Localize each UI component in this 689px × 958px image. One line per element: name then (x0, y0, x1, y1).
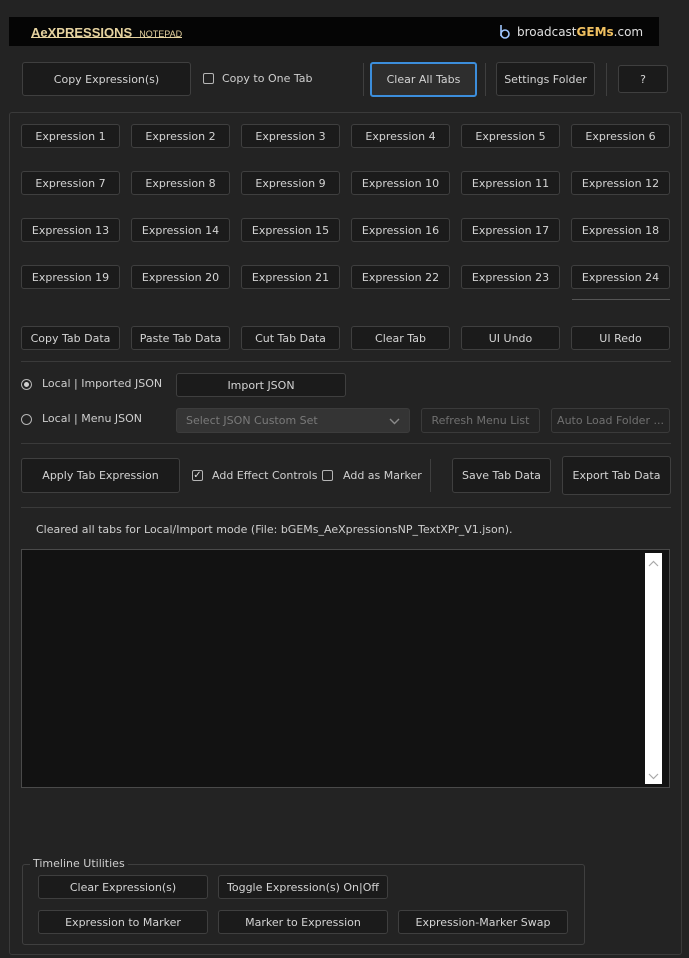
clear-expressions-button[interactable]: Clear Expression(s) (38, 875, 208, 899)
expression-tab-18[interactable]: Expression 18 (571, 218, 670, 242)
expression-tab-17[interactable]: Expression 17 (461, 218, 560, 242)
logo-sub: NOTEPAD (139, 29, 183, 39)
divider (21, 507, 671, 508)
selected-tab-indicator (572, 299, 670, 300)
logo-main: AeXPRESSIONS (31, 25, 133, 40)
expression-tab-11[interactable]: Expression 11 (461, 171, 560, 195)
json-set-select[interactable]: Select JSON Custom Set (176, 408, 410, 433)
status-message: Cleared all tabs for Local/Import mode (… (36, 523, 513, 536)
copy-to-one-tab-checkbox[interactable] (203, 73, 214, 84)
expression-tab-5[interactable]: Expression 5 (461, 124, 560, 148)
apply-row-divider (430, 459, 431, 492)
clear-all-tabs-button[interactable]: Clear All Tabs (370, 62, 477, 97)
editor-scrollbar[interactable] (645, 553, 662, 784)
add-as-marker-checkbox[interactable] (322, 470, 333, 481)
settings-folder-button[interactable]: Settings Folder (496, 62, 595, 96)
help-button[interactable]: ? (618, 65, 668, 93)
expression-marker-swap-button[interactable]: Expression-Marker Swap (398, 910, 568, 934)
copy-expressions-button[interactable]: Copy Expression(s) (22, 62, 191, 96)
header-bar: AeXPRESSIONS NOTEPAD broadcast GEMs .com (9, 17, 659, 46)
marker-to-expression-button[interactable]: Marker to Expression (218, 910, 388, 934)
auto-load-folder-button[interactable]: Auto Load Folder ... (551, 408, 670, 433)
add-effect-controls-label: Add Effect Controls (212, 469, 318, 482)
toggle-expressions-button[interactable]: Toggle Expression(s) On|Off (218, 875, 388, 899)
expression-tab-12[interactable]: Expression 12 (571, 171, 670, 195)
expression-tab-24[interactable]: Expression 24 (571, 265, 670, 289)
app-logo: AeXPRESSIONS NOTEPAD (31, 22, 183, 40)
import-json-button[interactable]: Import JSON (176, 373, 346, 397)
expression-tab-2[interactable]: Expression 2 (131, 124, 230, 148)
expression-editor[interactable] (21, 549, 670, 788)
local-imported-radio[interactable] (21, 379, 32, 390)
expression-to-marker-button[interactable]: Expression to Marker (38, 910, 208, 934)
expression-tab-20[interactable]: Expression 20 (131, 265, 230, 289)
expression-tab-22[interactable]: Expression 22 (351, 265, 450, 289)
copy-tab-data-button[interactable]: Copy Tab Data (21, 326, 120, 350)
brand-logo: broadcast GEMs .com (499, 23, 643, 41)
refresh-menu-list-button[interactable]: Refresh Menu List (421, 408, 540, 433)
toolbar-divider (606, 63, 607, 96)
scroll-down-icon[interactable] (648, 773, 659, 780)
apply-tab-expression-button[interactable]: Apply Tab Expression (21, 458, 180, 493)
export-tab-data-button[interactable]: Export Tab Data (562, 456, 671, 495)
timeline-utilities-title: Timeline Utilities (30, 857, 128, 870)
expression-tab-16[interactable]: Expression 16 (351, 218, 450, 242)
brand-suffix: .com (613, 25, 644, 39)
divider (21, 361, 671, 362)
expression-tab-4[interactable]: Expression 4 (351, 124, 450, 148)
expression-tab-21[interactable]: Expression 21 (241, 265, 340, 289)
local-imported-label: Local | Imported JSON (42, 377, 163, 390)
expression-tab-3[interactable]: Expression 3 (241, 124, 340, 148)
clear-tab-button[interactable]: Clear Tab (351, 326, 450, 350)
toolbar-divider (485, 63, 486, 96)
divider (21, 443, 671, 444)
expression-tab-13[interactable]: Expression 13 (21, 218, 120, 242)
expression-tab-7[interactable]: Expression 7 (21, 171, 120, 195)
chevron-down-icon (389, 418, 400, 425)
toolbar-divider (363, 63, 364, 96)
scroll-up-icon[interactable] (648, 560, 659, 567)
brand-prefix: broadcast (517, 25, 577, 39)
expression-tab-9[interactable]: Expression 9 (241, 171, 340, 195)
copy-to-one-tab-label: Copy to One Tab (222, 72, 313, 85)
add-effect-controls-checkbox[interactable]: ✓ (192, 470, 203, 481)
expression-tab-19[interactable]: Expression 19 (21, 265, 120, 289)
ui-redo-button[interactable]: UI Redo (571, 326, 670, 350)
expression-tab-15[interactable]: Expression 15 (241, 218, 340, 242)
paste-tab-data-button[interactable]: Paste Tab Data (131, 326, 230, 350)
save-tab-data-button[interactable]: Save Tab Data (452, 458, 551, 493)
json-set-select-placeholder: Select JSON Custom Set (186, 414, 318, 427)
expression-tab-6[interactable]: Expression 6 (571, 124, 670, 148)
gem-icon (500, 25, 510, 39)
expression-tab-14[interactable]: Expression 14 (131, 218, 230, 242)
expression-tab-23[interactable]: Expression 23 (461, 265, 560, 289)
local-menu-label: Local | Menu JSON (42, 412, 143, 425)
expression-tab-8[interactable]: Expression 8 (131, 171, 230, 195)
brand-bold: GEMs (576, 25, 614, 39)
expression-tab-10[interactable]: Expression 10 (351, 171, 450, 195)
ui-undo-button[interactable]: UI Undo (461, 326, 560, 350)
expression-tab-1[interactable]: Expression 1 (21, 124, 120, 148)
add-as-marker-label: Add as Marker (343, 469, 422, 482)
cut-tab-data-button[interactable]: Cut Tab Data (241, 326, 340, 350)
local-menu-radio[interactable] (21, 414, 32, 425)
